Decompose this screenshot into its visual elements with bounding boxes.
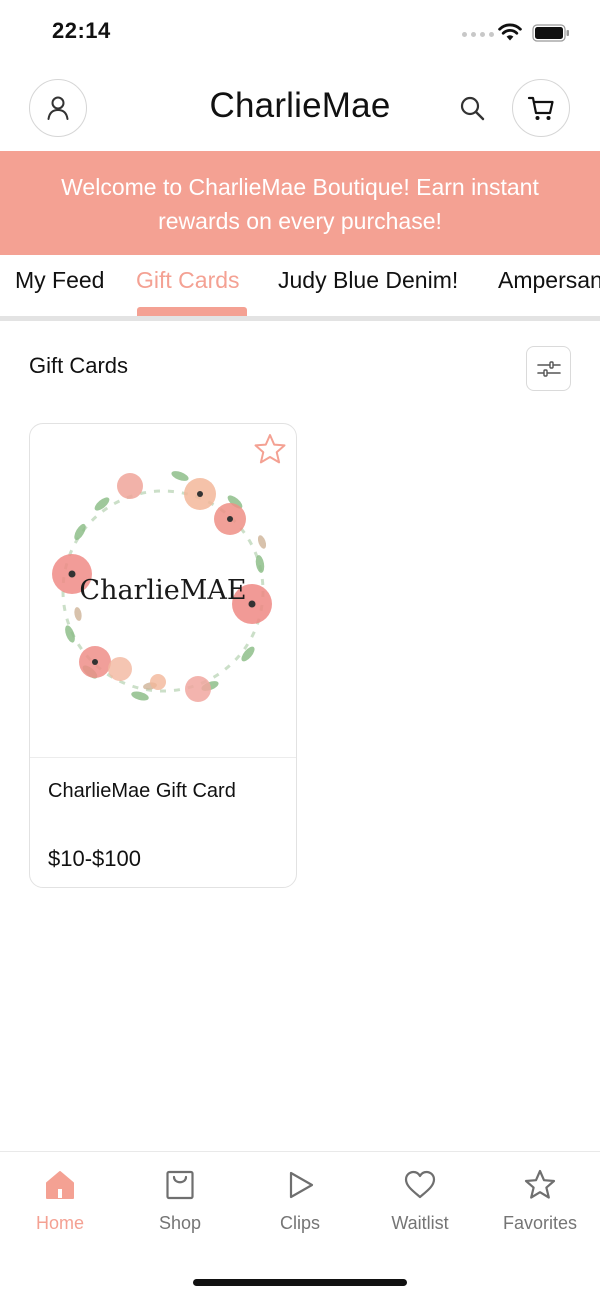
product-image: CharlieMAE (30, 424, 296, 758)
cart-button[interactable] (512, 79, 570, 137)
nav-waitlist-label: Waitlist (391, 1213, 449, 1233)
star-icon (524, 1169, 556, 1199)
app-header: CharlieMae (0, 64, 600, 152)
battery-icon (532, 24, 569, 42)
floral-wreath-logo: CharlieMAE (52, 471, 272, 702)
tab-judy-blue-denim[interactable]: Judy Blue Denim! (278, 267, 458, 317)
nav-favorites-label: Favorites (502, 1213, 578, 1233)
product-name[interactable]: CharlieMae Gift Card (48, 780, 236, 803)
tabs-divider (0, 316, 600, 321)
nav-shop[interactable]: Shop (120, 1152, 240, 1252)
product-price: $10-$100 (48, 846, 141, 871)
home-icon (46, 1171, 74, 1199)
bottom-nav: Home Shop Clips Waitlist Favorites (0, 1151, 600, 1299)
nav-clips[interactable]: Clips (240, 1152, 360, 1252)
app-title: CharlieMae (209, 86, 391, 125)
signal-icon (462, 32, 494, 37)
search-icon (460, 96, 485, 121)
status-bar: 22:14 (0, 0, 600, 64)
nav-favorites[interactable]: Favorites (480, 1152, 600, 1252)
active-tab-indicator (137, 307, 247, 316)
banner-line-1: Welcome to CharlieMae Boutique! Earn ins… (61, 174, 539, 200)
sliders-icon (536, 360, 561, 377)
home-indicator (193, 1279, 407, 1286)
filter-button[interactable] (526, 346, 571, 391)
section-title: Gift Cards (29, 353, 129, 378)
nav-clips-label: Clips (279, 1213, 320, 1233)
cart-icon (527, 96, 554, 120)
status-time: 22:14 (52, 18, 111, 43)
nav-shop-label: Shop (158, 1213, 202, 1233)
play-icon (289, 1171, 314, 1199)
shopping-bag-icon (166, 1170, 194, 1200)
nav-waitlist[interactable]: Waitlist (360, 1152, 480, 1252)
search-button[interactable] (456, 92, 488, 124)
favorite-star-icon[interactable] (252, 432, 288, 468)
category-tabs: My Feed Gift Cards Judy Blue Denim! Ampe… (0, 255, 600, 317)
nav-home-label: Home (35, 1213, 84, 1233)
heart-icon (404, 1170, 436, 1199)
banner-line-2: rewards on every purchase! (158, 208, 442, 234)
nav-home[interactable]: Home (0, 1152, 120, 1252)
product-card[interactable]: CharlieMAE CharlieMae Gift Card $10-$100 (29, 423, 297, 888)
wifi-icon (498, 23, 522, 41)
logo-text: CharlieMAE (79, 575, 246, 606)
tab-ampersand[interactable]: Ampersand (498, 267, 600, 317)
tab-my-feed[interactable]: My Feed (15, 267, 104, 317)
welcome-banner: Welcome to CharlieMae Boutique! Earn ins… (0, 151, 600, 255)
